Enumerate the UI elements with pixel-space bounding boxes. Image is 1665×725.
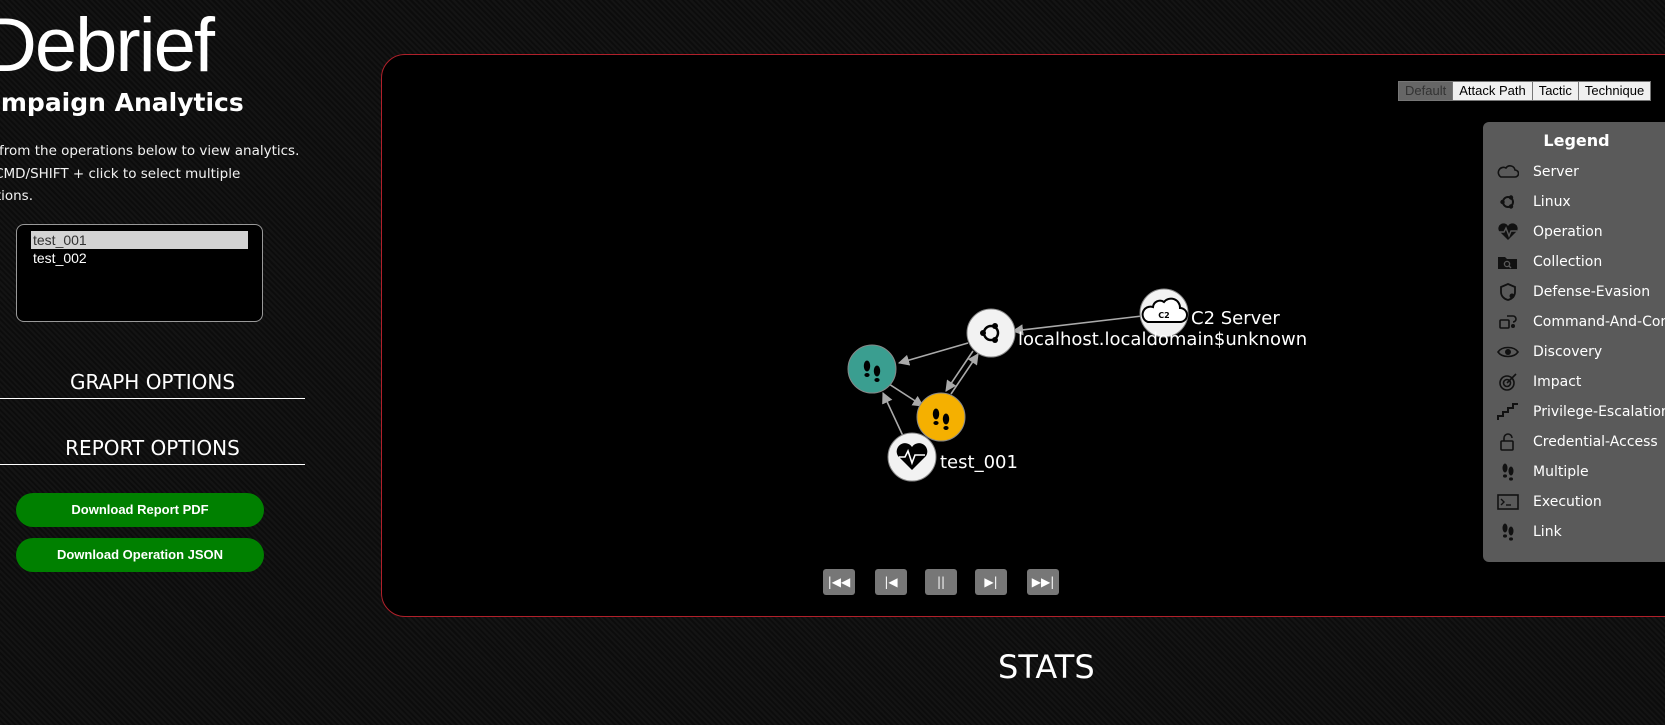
edge-op-to-teal	[882, 391, 904, 437]
legend-label: Collection	[1533, 254, 1603, 270]
pause-button[interactable]: ||	[925, 569, 957, 595]
legend-item-privilege-escalation: Privilege-Escalation	[1497, 402, 1665, 422]
legend-item-command-and-control: Command-And-Cont	[1497, 312, 1665, 332]
legend-item-credential-access: Credential-Access	[1497, 432, 1658, 452]
eye-icon	[1497, 346, 1519, 358]
edge-host-to-teal-link	[897, 342, 969, 366]
c2-badge: C2	[1158, 311, 1169, 320]
heartbeat-icon	[1498, 223, 1518, 240]
legend-item-discovery: Discovery	[1497, 342, 1602, 362]
legend-label: Multiple	[1533, 464, 1589, 480]
terminal-icon	[1497, 494, 1519, 510]
operation-node[interactable]	[887, 432, 937, 482]
step-back-button[interactable]: |◀	[875, 569, 907, 595]
graph-legend: Legend Server Linux Operation Collection…	[1483, 122, 1665, 562]
unlock-icon	[1500, 433, 1514, 451]
legend-item-link: Link	[1497, 522, 1562, 542]
edge-teal-to-orange	[888, 383, 924, 407]
step-forward-button[interactable]: ▶|	[975, 569, 1007, 595]
legend-label: Privilege-Escalation	[1533, 404, 1665, 420]
stairs-icon	[1497, 403, 1518, 420]
legend-label: Impact	[1533, 374, 1582, 390]
legend-item-multiple: Multiple	[1497, 462, 1589, 482]
cloud-icon	[1497, 165, 1519, 178]
legend-item-collection: Collection	[1497, 252, 1602, 272]
folder-search-icon	[1498, 257, 1517, 269]
legend-item-defense-evasion: Defense-Evasion	[1497, 282, 1650, 302]
command-icon	[1499, 315, 1517, 329]
skip-to-start-button[interactable]: |◀◀	[823, 569, 855, 595]
legend-label: Link	[1533, 524, 1562, 540]
footprints-icon	[1502, 523, 1514, 541]
link-node-orange[interactable]	[916, 392, 966, 442]
linux-host-node[interactable]	[966, 308, 1016, 358]
host-label: localhost.localdomain$unknown	[1018, 329, 1307, 350]
stats-heading: STATS	[998, 648, 1095, 686]
legend-label: Operation	[1533, 224, 1603, 240]
shield-icon	[1500, 283, 1516, 301]
edge-orange-to-host	[950, 353, 979, 395]
footprints-icon	[1502, 463, 1514, 481]
legend-item-operation: Operation	[1497, 222, 1603, 242]
legend-title: Legend	[1543, 131, 1610, 150]
legend-label: Defense-Evasion	[1533, 284, 1651, 300]
target-icon	[1499, 373, 1517, 391]
legend-label: Discovery	[1533, 344, 1603, 360]
legend-item-execution: Execution	[1497, 492, 1602, 512]
legend-item-linux: Linux	[1497, 192, 1571, 212]
legend-item-server: Server	[1497, 162, 1579, 182]
c2-server-label: C2 Server	[1191, 308, 1280, 329]
legend-label: Server	[1533, 164, 1579, 180]
link-node-teal[interactable]	[847, 344, 897, 394]
legend-label: Credential-Access	[1533, 434, 1658, 450]
linux-icon	[1500, 195, 1514, 209]
operation-label: test_001	[940, 452, 1018, 473]
legend-label: Command-And-Cont	[1533, 314, 1665, 330]
skip-to-end-button[interactable]: ▶▶|	[1027, 569, 1059, 595]
edge-host-to-orange	[945, 350, 974, 392]
legend-label: Linux	[1533, 194, 1571, 210]
operation-graph: C2 C2 Server localhost.localdomain$unkno…	[847, 288, 1307, 482]
legend-item-impact: Impact	[1497, 372, 1581, 392]
legend-label: Execution	[1533, 494, 1602, 510]
